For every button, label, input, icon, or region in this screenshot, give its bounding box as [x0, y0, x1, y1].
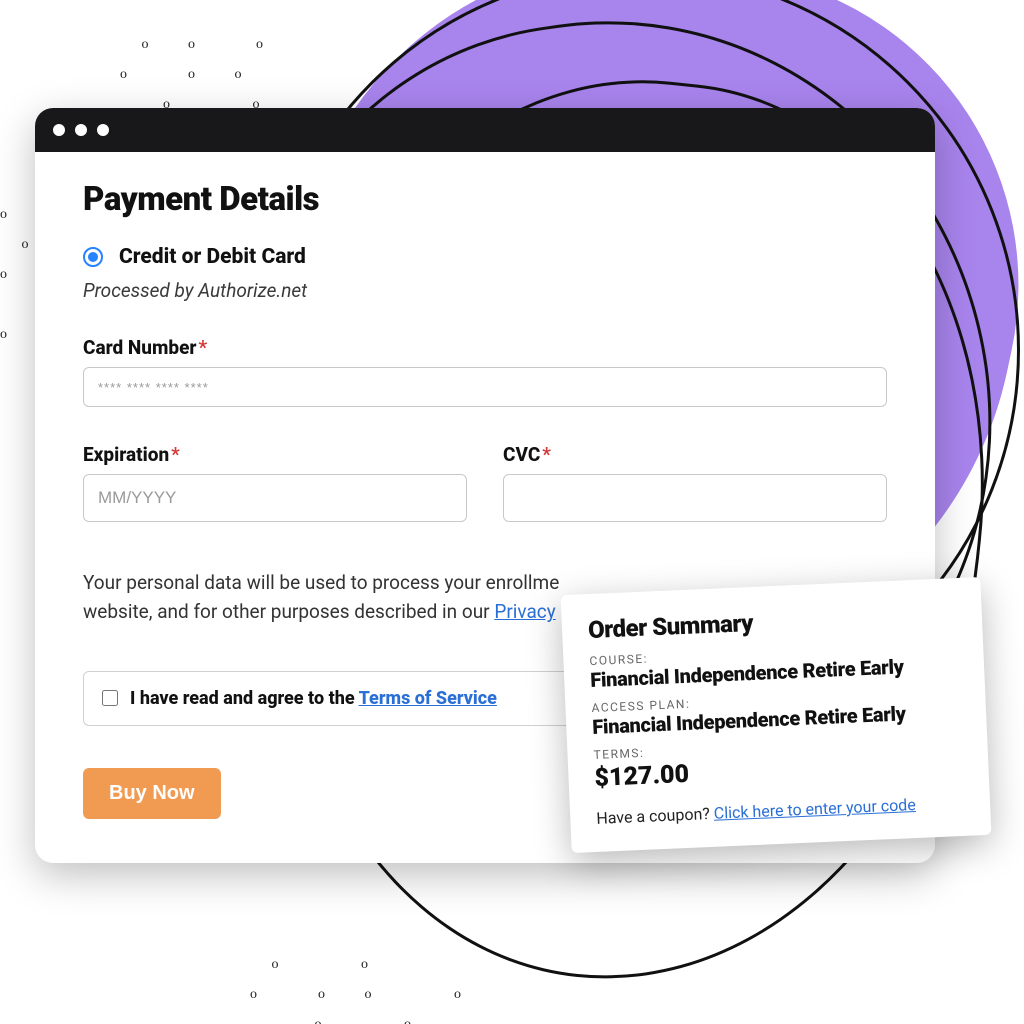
decorative-dots: o o o o o o o o: [250, 950, 479, 1024]
expiration-label: Expiration*: [83, 443, 467, 466]
window-titlebar: [35, 108, 935, 152]
coupon-link[interactable]: Click here to enter your code: [713, 795, 916, 823]
terms-label: I have read and agree to the Terms of Se…: [130, 688, 497, 709]
stage: o o o o o o o o o o o o o o o o o o o o …: [0, 0, 1024, 1024]
expiration-input[interactable]: [83, 474, 467, 522]
payment-method-label: Credit or Debit Card: [119, 245, 306, 269]
exp-cvc-row: Expiration* CVC*: [83, 443, 887, 522]
card-number-field: Card Number*: [83, 336, 887, 407]
order-summary-card: Order Summary COURSE: Financial Independ…: [561, 577, 992, 853]
page-title: Payment Details: [83, 180, 887, 219]
cvc-input[interactable]: [503, 474, 887, 522]
card-number-input[interactable]: [83, 367, 887, 407]
privacy-link[interactable]: Privacy: [494, 600, 555, 623]
radio-selected-icon[interactable]: [83, 247, 103, 267]
buy-now-button[interactable]: Buy Now: [83, 768, 221, 819]
window-control-dot: [97, 124, 109, 136]
payment-method-row[interactable]: Credit or Debit Card: [83, 245, 887, 269]
terms-checkbox[interactable]: [102, 690, 118, 706]
card-number-label: Card Number*: [83, 336, 887, 359]
window-control-dot: [75, 124, 87, 136]
window-control-dot: [53, 124, 65, 136]
expiration-field: Expiration*: [83, 443, 467, 522]
coupon-row: Have a coupon? Click here to enter your …: [596, 793, 964, 828]
order-summary-title: Order Summary: [588, 600, 957, 644]
processed-by-text: Processed by Authorize.net: [83, 279, 887, 302]
cvc-label: CVC*: [503, 443, 887, 466]
terms-link[interactable]: Terms of Service: [359, 688, 497, 709]
cvc-field: CVC*: [503, 443, 887, 522]
